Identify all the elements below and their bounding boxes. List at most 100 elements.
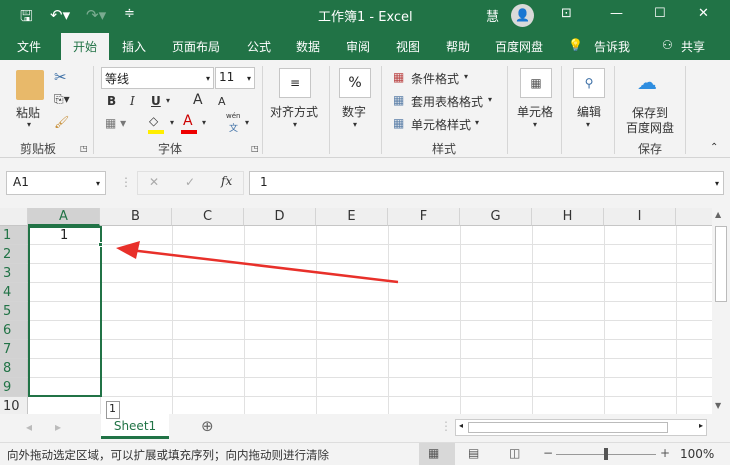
column-header-g[interactable]: G (460, 208, 532, 226)
clipboard-group-label: 剪贴板 (20, 142, 57, 156)
zoom-level[interactable]: 100% (680, 447, 714, 461)
dialog-launcher-icon[interactable]: ◳ (251, 144, 259, 153)
tab-review[interactable]: 审阅 (346, 38, 370, 55)
row-header-1[interactable]: 1 (0, 226, 28, 245)
font-color-button[interactable]: A (183, 113, 193, 129)
annotation-arrow (116, 241, 399, 284)
page-layout-view-icon[interactable]: ▤ (468, 446, 479, 460)
row-header-7[interactable]: 7 (0, 340, 28, 359)
tell-me[interactable]: 告诉我 (594, 38, 630, 55)
spreadsheet-grid[interactable]: ABCDEFGHI 1 2 3 4 5 6 7 8 9 10 1 1 (0, 208, 716, 419)
minimize-button[interactable]: — (610, 6, 623, 21)
search-icon[interactable]: ⚲ (573, 68, 605, 98)
font-size-select[interactable]: 11 ▾ (215, 67, 255, 89)
copy-icon[interactable]: ⎘▾ (54, 92, 70, 107)
tab-baidu[interactable]: 百度网盘 (495, 38, 543, 55)
row-header-4[interactable]: 4 (0, 283, 28, 302)
save-icon[interactable]: 🖫 (20, 6, 33, 31)
save-group-label: 保存 (638, 142, 663, 156)
lightbulb-icon: 💡 (568, 38, 583, 52)
add-sheet-icon[interactable]: ⊕ (201, 417, 214, 435)
prev-sheet-icon[interactable]: ◂ (26, 420, 32, 434)
tab-formulas[interactable]: 公式 (247, 38, 271, 55)
zoom-slider-thumb[interactable] (604, 448, 608, 460)
grow-font-button[interactable]: A (193, 92, 203, 108)
next-sheet-icon[interactable]: ▸ (55, 420, 61, 434)
format-as-table-button[interactable]: 套用表格格式 (411, 93, 483, 110)
tab-home[interactable]: 开始 (61, 33, 110, 60)
zoom-in-button[interactable]: + (660, 446, 670, 460)
baidu-netdisk-icon: ☁ (637, 70, 657, 94)
redo-icon[interactable]: ↷▾ (86, 6, 106, 24)
format-painter-icon[interactable]: 🖌 (54, 115, 69, 129)
borders-icon[interactable]: ▦ ▾ (105, 116, 126, 130)
vertical-scrollbar[interactable]: ▲ ▼ (712, 208, 730, 414)
cells-icon[interactable]: ▦ (520, 68, 552, 98)
font-group-label: 字体 (158, 142, 183, 156)
column-header-e[interactable]: E (316, 208, 388, 226)
page-break-view-icon[interactable]: ◫ (509, 446, 520, 460)
cut-icon[interactable]: ✂ (54, 68, 67, 86)
grid-line (28, 301, 712, 302)
maximize-button[interactable]: ☐ (654, 6, 666, 21)
tab-insert[interactable]: 插入 (122, 38, 146, 55)
normal-view-icon[interactable]: ▦ (428, 446, 439, 460)
undo-icon[interactable]: ↶▾ (50, 6, 70, 24)
ribbon-display-icon[interactable]: ⊡ (561, 6, 572, 21)
column-header-d[interactable]: D (244, 208, 316, 226)
underline-button[interactable]: U (151, 94, 161, 108)
name-box[interactable]: A1 ▾ (6, 171, 106, 195)
horizontal-scrollbar[interactable]: ◂ ▸ (455, 419, 707, 436)
paste-button[interactable]: 粘贴 (16, 104, 40, 121)
percent-icon[interactable]: % (339, 68, 371, 98)
italic-button[interactable]: I (130, 94, 135, 108)
tab-help[interactable]: 帮助 (446, 38, 470, 55)
tab-view[interactable]: 视图 (396, 38, 420, 55)
collapse-ribbon-icon[interactable]: ⌃ (710, 142, 718, 153)
align-icon[interactable]: ≡ (279, 68, 311, 98)
avatar[interactable]: 👤 (511, 4, 534, 27)
formula-input[interactable]: 1 ▾ (249, 171, 724, 195)
row-header-5[interactable]: 5 (0, 302, 28, 321)
row-header-3[interactable]: 3 (0, 264, 28, 283)
column-header-partial[interactable] (676, 208, 716, 226)
enter-icon[interactable]: ✓ (185, 175, 195, 189)
cell-styles-icon: ▦ (393, 116, 405, 130)
bold-button[interactable]: B (107, 94, 116, 108)
select-all-button[interactable] (0, 208, 28, 226)
close-button[interactable]: ✕ (698, 6, 709, 21)
dialog-launcher-icon[interactable]: ◳ (80, 144, 88, 153)
share-button[interactable]: 共享 (681, 38, 705, 55)
tab-file[interactable]: 文件 (17, 38, 41, 55)
formula-bar-area: A1 ▾ ⋮ ✕ ✓ fx 1 ▾ (0, 158, 730, 208)
phonetic-button[interactable]: wén (226, 112, 240, 120)
row-header-8[interactable]: 8 (0, 359, 28, 378)
insert-function-button[interactable]: fx (221, 174, 232, 188)
customize-icon[interactable]: ≑ (124, 6, 135, 21)
column-header-a[interactable]: A (28, 208, 100, 226)
column-header-f[interactable]: F (388, 208, 460, 226)
column-header-b[interactable]: B (100, 208, 172, 226)
cell-styles-button[interactable]: 单元格样式 (411, 116, 471, 133)
row-header-2[interactable]: 2 (0, 245, 28, 264)
cancel-icon[interactable]: ✕ (149, 175, 159, 189)
tab-data[interactable]: 数据 (296, 38, 320, 55)
column-header-c[interactable]: C (172, 208, 244, 226)
row-header-9[interactable]: 9 (0, 378, 28, 397)
paste-icon[interactable] (16, 70, 44, 100)
alignment-button[interactable]: 对齐方式 (270, 103, 318, 120)
number-button[interactable]: 数字 (342, 103, 366, 120)
cells-button[interactable]: 单元格 (517, 103, 553, 120)
tab-page-layout[interactable]: 页面布局 (172, 38, 220, 55)
zoom-out-button[interactable]: − (543, 446, 553, 460)
shrink-font-button[interactable]: A (218, 95, 226, 108)
title-bar: 🖫 ↶▾ ↷▾ ≑ 工作簿1 - Excel 慧 👤 ⊡ — ☐ ✕ 文件 开始… (0, 0, 730, 60)
conditional-format-button[interactable]: 条件格式 (411, 70, 459, 87)
fill-color-icon[interactable]: ◇ (149, 114, 158, 128)
editing-button[interactable]: 编辑 (577, 103, 601, 120)
font-name-select[interactable]: 等线 ▾ (101, 67, 214, 89)
column-header-i[interactable]: I (604, 208, 676, 226)
column-header-h[interactable]: H (532, 208, 604, 226)
row-header-6[interactable]: 6 (0, 321, 28, 340)
status-message: 向外拖动选定区域，可以扩展或填充序列；向内拖动则进行清除 (7, 448, 329, 462)
